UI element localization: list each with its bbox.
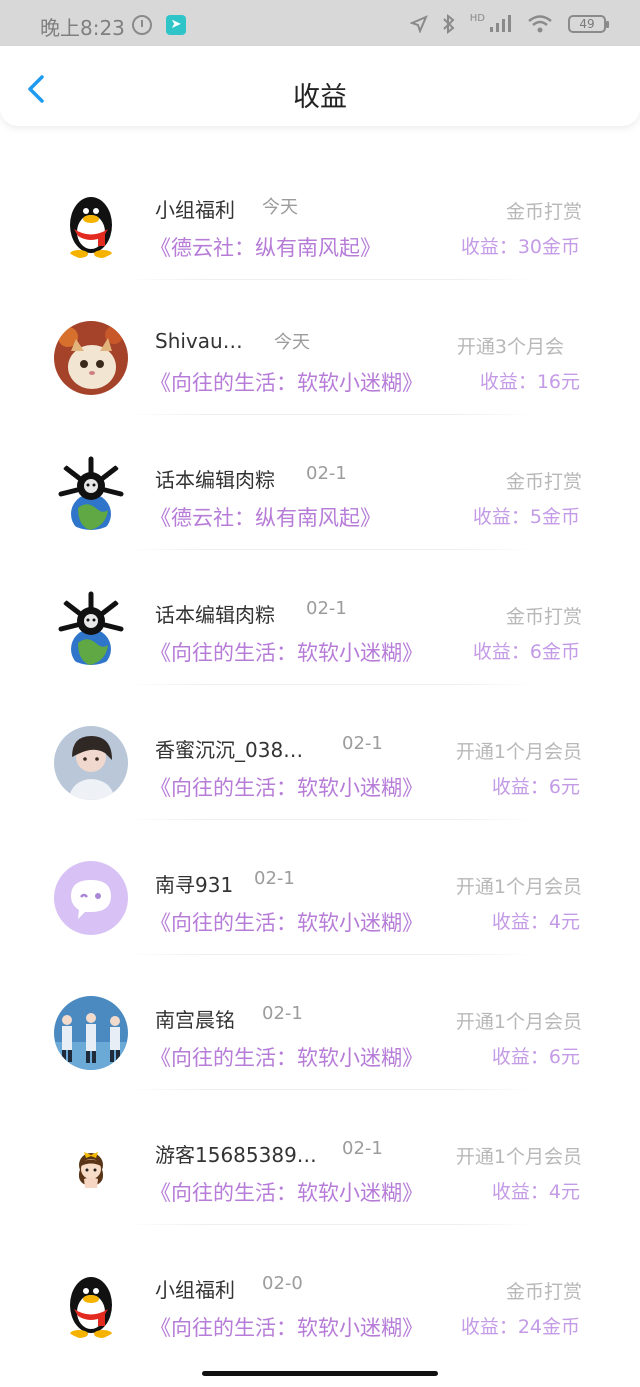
avatar: [54, 321, 128, 395]
income-list-item[interactable]: 香蜜沉沉_038… 02-1 《向往的生活：软软小迷糊》 开通1个月会员 收益：…: [0, 686, 640, 821]
income-type: 开通1个月会员: [455, 741, 582, 763]
divider: [125, 549, 535, 550]
income-amount: 收益：4元: [491, 911, 580, 933]
status-time: 晚上8:23: [40, 16, 125, 40]
avatar: [54, 1266, 128, 1340]
income-list-item[interactable]: 小组福利 今天 《德云社：纵有南风起》 金币打赏 收益：30金币: [0, 146, 640, 281]
income-amount: 收益：30金币: [460, 236, 580, 258]
chat-face-avatar: [54, 861, 128, 935]
book-title: 《向往的生活：软软小迷糊》: [150, 371, 423, 395]
income-type: 金币打赏: [505, 471, 582, 493]
header: 收益: [0, 46, 640, 126]
income-type: 金币打赏: [505, 606, 582, 628]
income-list-item[interactable]: 话本编辑肉粽 02-1 《德云社：纵有南风起》 金币打赏 收益：5金币: [0, 416, 640, 551]
divider: [125, 414, 535, 415]
avatar: [54, 186, 128, 260]
income-type: 金币打赏: [505, 201, 582, 223]
book-title: 《向往的生活：软软小迷糊》: [150, 776, 423, 800]
income-list-item[interactable]: 南宫晨铭 02-1 《向往的生活：软软小迷糊》 开通1个月会员 收益：6元: [0, 956, 640, 1091]
divider: [125, 684, 535, 685]
home-indicator[interactable]: [202, 1371, 438, 1376]
income-amount: 收益：5金币: [472, 506, 580, 528]
person-photo-avatar: [54, 726, 128, 800]
income-type: 开通3个月会: [456, 336, 564, 358]
income-amount: 收益：16元: [479, 371, 580, 393]
network-type-label: HD: [469, 12, 485, 24]
entry-date: 02-1: [342, 1138, 383, 1159]
divider: [125, 954, 535, 955]
app-notification-icon: ➤: [166, 15, 186, 35]
entry-date: 02-0: [262, 1273, 303, 1294]
income-list: 小组福利 今天 《德云社：纵有南风起》 金币打赏 收益：30金币 Shivau……: [0, 146, 640, 1361]
income-list-item[interactable]: 小组福利 02-0 《向往的生活：软软小迷糊》 金币打赏 收益：24金币: [0, 1226, 640, 1361]
entry-date: 02-1: [254, 868, 295, 889]
avatar: [54, 726, 128, 800]
book-title: 《向往的生活：软软小迷糊》: [150, 1316, 423, 1340]
signal-icon: [490, 15, 511, 32]
cat-avatar: [54, 321, 128, 395]
income-amount: 收益：6元: [491, 776, 580, 798]
book-title: 《向往的生活：软软小迷糊》: [150, 1046, 423, 1070]
book-title: 《向往的生活：软软小迷糊》: [150, 1181, 423, 1205]
income-amount: 收益：4元: [491, 1181, 580, 1203]
user-name: 游客15685389…: [155, 1143, 317, 1167]
user-name: 香蜜沉沉_038…: [155, 738, 304, 762]
book-title: 《德云社：纵有南风起》: [150, 236, 381, 260]
income-amount: 收益：24金币: [460, 1316, 580, 1338]
user-name: 小组福利: [155, 198, 235, 222]
entry-date: 02-1: [306, 463, 347, 484]
divider: [125, 1089, 535, 1090]
user-name: 话本编辑肉粽: [155, 603, 275, 627]
qq-penguin-avatar: [54, 1266, 128, 1340]
income-list-item[interactable]: Shivau… 今天 《向往的生活：软软小迷糊》 开通3个月会 收益：16元: [0, 281, 640, 416]
income-amount: 收益：6元: [491, 1046, 580, 1068]
income-list-item[interactable]: 南寻931 02-1 《向往的生活：软软小迷糊》 开通1个月会员 收益：4元: [0, 821, 640, 956]
divider: [125, 279, 535, 280]
avatar: [54, 1131, 128, 1205]
user-name: Shivau…: [155, 329, 243, 353]
user-name: 话本编辑肉粽: [155, 468, 275, 492]
entry-date: 02-1: [262, 1003, 303, 1024]
avatar: [54, 456, 128, 530]
bluetooth-icon: [443, 14, 455, 34]
income-list-item[interactable]: 话本编辑肉粽 02-1 《向往的生活：软软小迷糊》 金币打赏 收益：6金币: [0, 551, 640, 686]
income-list-item[interactable]: 游客15685389… 02-1 《向往的生活：软软小迷糊》 开通1个月会员 收…: [0, 1091, 640, 1226]
book-title: 《向往的生活：软软小迷糊》: [150, 911, 423, 935]
status-bar: 晚上8:23 ➤ HD 49: [0, 0, 640, 46]
divider: [125, 1224, 535, 1225]
income-type: 开通1个月会员: [455, 876, 582, 898]
book-title: 《德云社：纵有南风起》: [150, 506, 381, 530]
avatar: [54, 996, 128, 1070]
income-type: 金币打赏: [505, 1281, 582, 1303]
virus-globe-avatar: [54, 591, 128, 665]
qq-penguin-avatar: [54, 186, 128, 260]
avatar: [54, 591, 128, 665]
location-icon: [409, 15, 428, 33]
battery-indicator: 49: [568, 15, 609, 33]
income-type: 开通1个月会员: [455, 1146, 582, 1168]
entry-date: 02-1: [306, 598, 347, 619]
entry-date: 02-1: [342, 733, 383, 754]
alarm-icon: [132, 15, 152, 35]
avatar: [54, 861, 128, 935]
group-photo-avatar: [54, 996, 128, 1070]
divider: [125, 819, 535, 820]
income-type: 开通1个月会员: [455, 1011, 582, 1033]
entry-date: 今天: [274, 332, 310, 353]
entry-date: 今天: [262, 197, 298, 218]
user-name: 南宫晨铭: [155, 1008, 235, 1032]
wifi-icon: [528, 15, 552, 33]
virus-globe-avatar: [54, 456, 128, 530]
user-name: 南寻931: [155, 873, 234, 897]
user-name: 小组福利: [155, 1278, 235, 1302]
income-amount: 收益：6金币: [472, 641, 580, 663]
page-title: 收益: [293, 82, 347, 113]
cartoon-girl-avatar: [54, 1131, 128, 1205]
book-title: 《向往的生活：软软小迷糊》: [150, 641, 423, 665]
